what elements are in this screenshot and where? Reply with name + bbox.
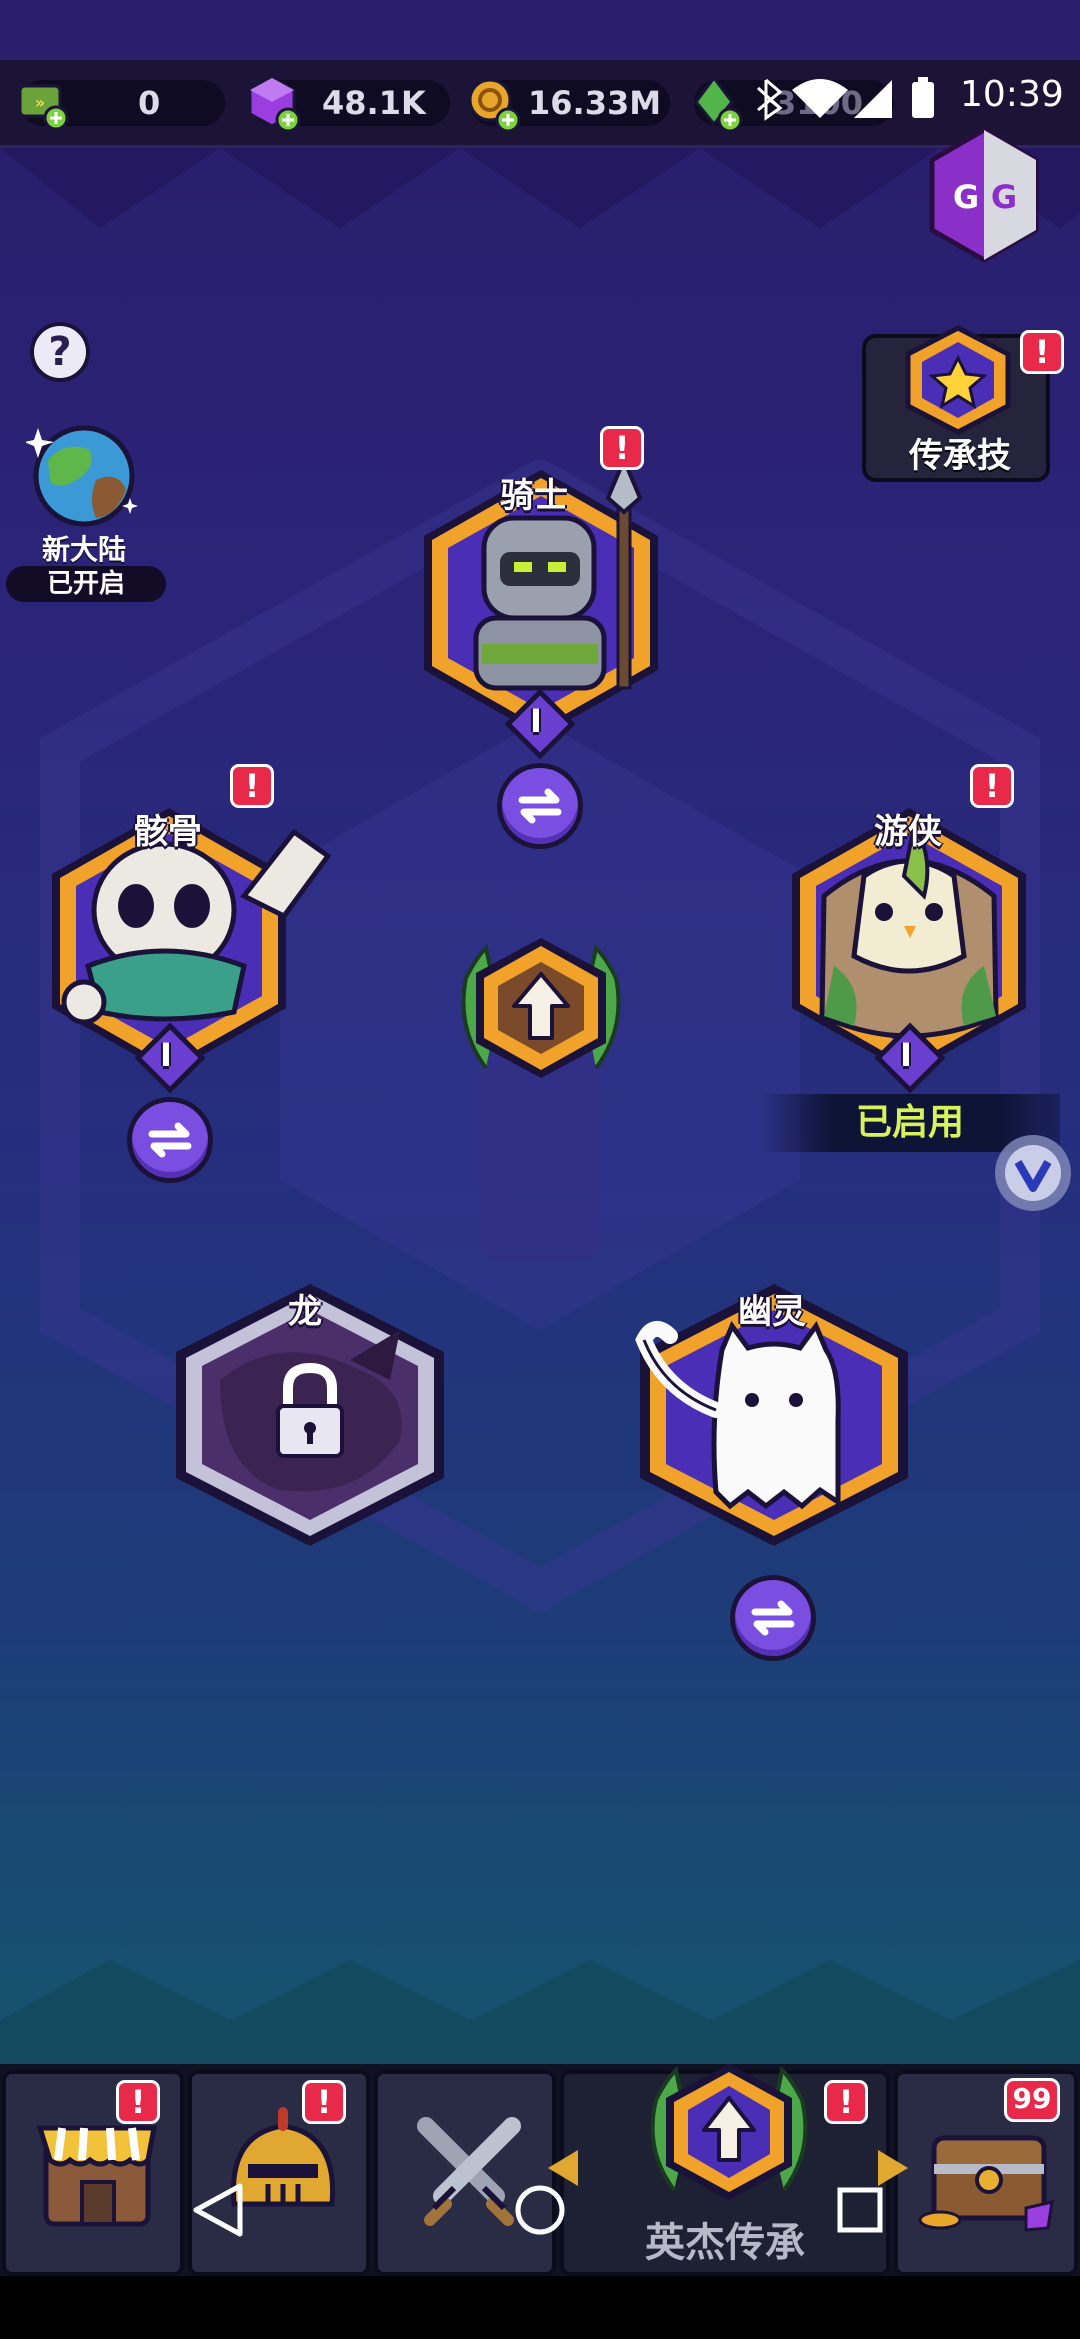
system-home-icon[interactable]: [512, 2182, 568, 2238]
system-status-icons: [756, 77, 934, 121]
status-time: 10:39: [960, 74, 1064, 115]
svg-text:G: G: [953, 178, 979, 216]
battery-icon: [912, 82, 934, 118]
legacy-skill-label: 传承技: [909, 436, 1011, 476]
hero-knight-level: I: [530, 702, 542, 740]
swap-arrows-icon: [518, 788, 562, 824]
nav-right-arrow-icon: [878, 2150, 908, 2186]
nav-legacy-alert: !: [824, 2080, 868, 2124]
hero-skeleton-swap-button[interactable]: [127, 1097, 213, 1183]
bottom-navigation: [0, 2064, 1080, 2276]
hero-dragon-name: 龙: [288, 1292, 322, 1332]
system-recents-icon[interactable]: [834, 2184, 886, 2236]
new-continent-status: 已开启: [6, 566, 166, 602]
bg-zigzag-top: [0, 148, 1080, 228]
upgrade-arrow-icon: [650, 2064, 808, 2200]
swap-arrows-icon: [148, 1122, 192, 1158]
purple-gem-icon: [248, 76, 301, 133]
treasure-chest-icon: [918, 2135, 1054, 2232]
legacy-skill-alert: !: [1020, 330, 1064, 374]
hero-knight-alert: !: [600, 426, 644, 470]
help-button[interactable]: ?: [30, 322, 90, 382]
new-continent-globe-icon[interactable]: [26, 420, 144, 528]
system-back-icon[interactable]: [190, 2182, 246, 2238]
center-upgrade-button[interactable]: [446, 918, 636, 1088]
currency-energy[interactable]: » 0: [18, 80, 225, 131]
game-guardian-icon[interactable]: G G: [926, 126, 1042, 264]
hero-skeleton-level: I: [160, 1036, 172, 1074]
floating-assistant-icon[interactable]: [990, 1130, 1076, 1216]
wifi-icon: [792, 79, 848, 118]
new-continent-label: 新大陆: [42, 533, 127, 566]
nav-chest-badge: 99: [1004, 2078, 1060, 2122]
signal-icon: [854, 80, 892, 118]
hero-knight-swap-button[interactable]: [497, 763, 583, 849]
bluetooth-icon: [756, 78, 783, 121]
svg-text:»: »: [35, 93, 45, 112]
system-nav-bar: [0, 2276, 1080, 2339]
nav-equipment-alert: !: [302, 2080, 346, 2124]
hero-ranger-name: 游侠: [874, 812, 942, 852]
svg-text:G: G: [991, 178, 1017, 216]
currency-gold-value: 16.33M: [528, 84, 662, 122]
hero-ghost-swap-button[interactable]: [730, 1575, 816, 1661]
currency-gold[interactable]: 16.33M: [468, 78, 670, 133]
hero-skeleton-alert: !: [230, 764, 274, 808]
gold-coin-icon: [468, 78, 521, 133]
bg-zigzag-bottom: [0, 1960, 1080, 2070]
currency-gems-value: 48.1K: [322, 84, 426, 122]
nav-shop-alert: !: [116, 2080, 160, 2124]
hero-knight-name: 骑士: [500, 476, 568, 516]
green-crystal-icon: [694, 75, 743, 133]
hero-ranger-alert: !: [970, 764, 1014, 808]
hero-skeleton-name: 骸骨: [134, 812, 202, 852]
star-badge-icon: [905, 325, 1011, 435]
energy-ticket-icon: »: [18, 84, 69, 131]
currency-energy-value: 0: [138, 84, 161, 122]
hero-ranger-level: I: [900, 1036, 912, 1074]
hero-ghost-name: 幽灵: [738, 1292, 806, 1332]
nav-tab-battle[interactable]: [374, 2070, 556, 2276]
swap-arrows-icon: [751, 1600, 795, 1636]
currency-gems[interactable]: 48.1K: [248, 76, 450, 133]
